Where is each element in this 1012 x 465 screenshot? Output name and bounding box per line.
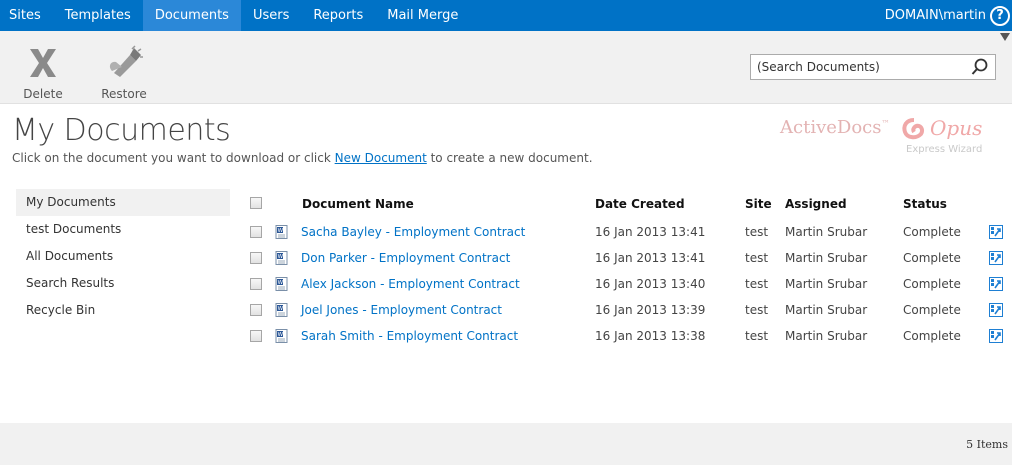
row-checkbox[interactable]: [250, 226, 262, 238]
site: test: [745, 303, 769, 317]
row-checkbox[interactable]: [250, 304, 262, 316]
user-account-name[interactable]: DOMAIN\martin: [885, 0, 986, 31]
new-document-link[interactable]: New Document: [335, 151, 427, 165]
word-document-icon: W: [275, 251, 288, 265]
nav-item-sites[interactable]: Sites: [0, 0, 53, 31]
word-document-icon: W: [275, 303, 288, 317]
status: Complete: [903, 303, 961, 317]
open-document-icon[interactable]: [989, 225, 1003, 239]
document-name-link[interactable]: Sacha Bayley - Employment Contract: [301, 219, 525, 245]
assigned-user: Martin Srubar: [785, 251, 868, 265]
column-header-assigned[interactable]: Assigned: [785, 197, 847, 211]
svg-text:W: W: [278, 280, 284, 286]
logo-brand: ActiveDocs™: [780, 117, 890, 138]
top-nav-bar: Sites Templates Documents Users Reports …: [0, 0, 1012, 31]
site: test: [745, 225, 769, 239]
site: test: [745, 329, 769, 343]
open-document-icon[interactable]: [989, 303, 1003, 317]
document-name-link[interactable]: Alex Jackson - Employment Contract: [301, 271, 520, 297]
leftnav-item-search-results[interactable]: Search Results: [16, 270, 230, 297]
instructions-text-before: Click on the document you want to downlo…: [12, 151, 335, 165]
left-nav: My Documents test Documents All Document…: [16, 189, 230, 324]
date-created: 16 Jan 2013 13:41: [595, 251, 706, 265]
assigned-user: Martin Srubar: [785, 303, 868, 317]
restore-icon: [109, 45, 143, 77]
ribbon-toolbar: Delete Restore: [0, 31, 1012, 104]
opus-swirl-icon: [902, 118, 925, 140]
date-created: 16 Jan 2013 13:40: [595, 277, 706, 291]
row-checkbox[interactable]: [250, 278, 262, 290]
restore-label: Restore: [101, 87, 147, 101]
delete-x-icon: [30, 49, 56, 77]
status: Complete: [903, 277, 961, 291]
column-header-date-created[interactable]: Date Created: [595, 197, 685, 211]
date-created: 16 Jan 2013 13:41: [595, 225, 706, 239]
restore-button[interactable]: Restore: [94, 31, 154, 104]
select-all-checkbox[interactable]: [250, 197, 262, 209]
leftnav-item-recycle-bin[interactable]: Recycle Bin: [16, 297, 230, 324]
logo-express-wizard: Express Wizard: [906, 144, 983, 155]
assigned-user: Martin Srubar: [785, 329, 868, 343]
open-document-icon[interactable]: [989, 251, 1003, 265]
site: test: [745, 277, 769, 291]
search-input[interactable]: [751, 55, 951, 79]
date-created: 16 Jan 2013 13:39: [595, 303, 706, 317]
search-icon[interactable]: [971, 58, 989, 76]
status: Complete: [903, 329, 961, 343]
word-document-icon: W: [275, 329, 288, 343]
nav-item-mail-merge[interactable]: Mail Merge: [375, 0, 470, 31]
leftnav-item-all-documents[interactable]: All Documents: [16, 243, 230, 270]
nav-item-templates[interactable]: Templates: [53, 0, 143, 31]
assigned-user: Martin Srubar: [785, 225, 868, 239]
page-instructions: Click on the document you want to downlo…: [12, 151, 593, 165]
nav-item-users[interactable]: Users: [241, 0, 301, 31]
word-document-icon: W: [275, 225, 288, 239]
word-document-icon: W: [275, 277, 288, 291]
item-count: 5 Items: [966, 438, 1008, 451]
column-header-status[interactable]: Status: [903, 197, 947, 211]
search-options-chevron-icon[interactable]: [1000, 33, 1010, 41]
table-row[interactable]: W Sarah Smith - Employment Contract 16 Jan…: [240, 323, 1012, 349]
svg-text:W: W: [278, 254, 284, 260]
table-row[interactable]: W Sacha Bayley - Employment Contract 16 Ja…: [240, 219, 1012, 245]
delete-label: Delete: [23, 87, 63, 101]
open-document-icon[interactable]: [989, 277, 1003, 291]
leftnav-item-my-documents[interactable]: My Documents: [16, 189, 230, 216]
footer-bar: 5 Items: [0, 423, 1012, 465]
table-row[interactable]: W Don Parker - Employment Contract 16 Jan …: [240, 245, 1012, 271]
assigned-user: Martin Srubar: [785, 277, 868, 291]
site: test: [745, 251, 769, 265]
activedocs-logo: ActiveDocs™ Opus Express Wizard: [780, 116, 1010, 162]
instructions-text-after: to create a new document.: [426, 151, 593, 165]
row-checkbox[interactable]: [250, 252, 262, 264]
document-name-link[interactable]: Don Parker - Employment Contract: [301, 245, 510, 271]
svg-text:W: W: [278, 332, 284, 338]
search-box: [750, 54, 996, 80]
svg-text:W: W: [278, 306, 284, 312]
delete-button[interactable]: Delete: [13, 31, 73, 104]
table-row[interactable]: W Joel Jones - Employment Contract 16 Jan …: [240, 297, 1012, 323]
document-name-link[interactable]: Joel Jones - Employment Contract: [301, 297, 502, 323]
leftnav-item-test-documents[interactable]: test Documents: [16, 216, 230, 243]
table-row[interactable]: W Alex Jackson - Employment Contract 16 Ja…: [240, 271, 1012, 297]
status: Complete: [903, 225, 961, 239]
status: Complete: [903, 251, 961, 265]
document-name-link[interactable]: Sarah Smith - Employment Contract: [301, 323, 518, 349]
date-created: 16 Jan 2013 13:38: [595, 329, 706, 343]
open-document-icon[interactable]: [989, 329, 1003, 343]
svg-text:W: W: [278, 228, 284, 234]
column-header-document-name[interactable]: Document Name: [302, 197, 414, 211]
page-title: My Documents: [12, 113, 231, 148]
column-header-site[interactable]: Site: [745, 197, 772, 211]
nav-item-documents[interactable]: Documents: [142, 0, 241, 31]
nav-item-reports[interactable]: Reports: [301, 0, 375, 31]
help-icon[interactable]: ?: [990, 6, 1010, 26]
row-checkbox[interactable]: [250, 330, 262, 342]
logo-opus: Opus: [930, 116, 983, 140]
